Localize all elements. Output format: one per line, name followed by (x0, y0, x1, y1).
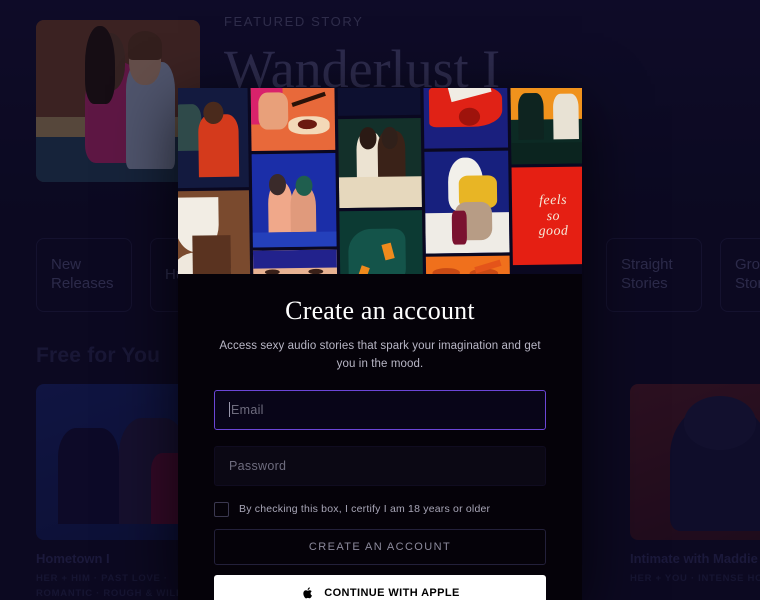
collage-tile-cafe-date (509, 88, 582, 165)
text-caret (229, 402, 230, 418)
modal-collage-artwork: feels so good (178, 88, 582, 304)
collage-column (178, 88, 251, 305)
modal-title: Create an account (285, 296, 475, 325)
collage-tile-bed-couple (337, 117, 423, 209)
collage-tile-feels-so-good: feels so good (511, 166, 582, 266)
collage-tile-red-suit (423, 88, 508, 149)
create-account-button[interactable]: CREATE AN ACCOUNT (214, 528, 546, 565)
signup-form: Create an account Access sexy audio stor… (178, 274, 582, 600)
age-consent-checkbox[interactable] (214, 501, 229, 517)
app-root: FEATURED STORY Wanderlust I New Releases… (0, 0, 760, 600)
collage-tile-cooking (251, 88, 336, 152)
password-field[interactable]: Password (214, 445, 546, 486)
apple-icon (300, 585, 315, 600)
modal-subtitle: Access sexy audio stories that spark you… (219, 340, 541, 370)
collage-tile-bar-scene (178, 88, 250, 189)
age-consent-row: By checking this box, I certify I am 18 … (214, 501, 546, 517)
apple-button-label: CONTINUE WITH APPLE (324, 586, 460, 599)
collage-column (423, 88, 510, 301)
collage-column (251, 88, 338, 304)
collage-tile-filler (337, 88, 421, 116)
signup-modal: feels so good Create an account Access s… (178, 88, 582, 600)
feels-line-3: good (538, 222, 569, 239)
password-placeholder: Password (229, 458, 287, 473)
collage-tile-pool-couple (252, 153, 337, 248)
collage-tile-dog-scene (424, 150, 510, 254)
feels-line-2: so (546, 206, 561, 223)
feels-line-1: feels (539, 190, 568, 208)
collage-column: feels so good (509, 88, 582, 300)
continue-with-apple-button[interactable]: CONTINUE WITH APPLE (214, 574, 546, 600)
email-placeholder: Email (231, 402, 264, 417)
age-consent-label: By checking this box, I certify I am 18 … (239, 503, 491, 516)
collage-column (337, 88, 424, 303)
email-field[interactable]: Email (214, 389, 546, 430)
